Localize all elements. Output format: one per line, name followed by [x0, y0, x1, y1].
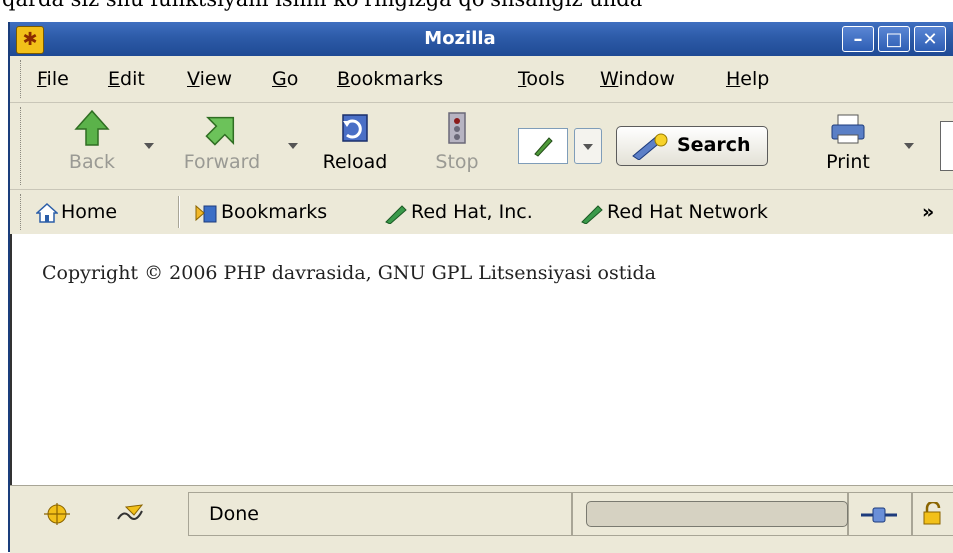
menu-help[interactable]: Help — [726, 64, 769, 94]
print-button[interactable]: Print — [816, 109, 880, 173]
forward-dropdown[interactable] — [288, 143, 298, 149]
toolbar-overflow-edge — [940, 121, 953, 171]
menu-bar: File Edit View Go Bookmarks Tools Window… — [10, 56, 953, 103]
site-icon — [534, 137, 553, 157]
close-button[interactable]: ✕ — [914, 26, 946, 52]
navigator-icon[interactable] — [40, 501, 74, 527]
padlock-icon[interactable] — [921, 502, 945, 526]
forward-button[interactable]: Forward — [172, 109, 272, 173]
url-field[interactable] — [518, 128, 568, 164]
search-icon — [632, 133, 668, 160]
composer-icon[interactable] — [112, 501, 146, 527]
home-link[interactable]: Home — [36, 200, 117, 224]
menu-view-label: iew — [199, 68, 233, 90]
minimize-button[interactable]: – — [842, 26, 874, 52]
back-label: Back — [68, 151, 116, 173]
stop-button[interactable]: Stop — [422, 109, 492, 173]
reload-label: Reload — [322, 151, 388, 173]
status-component-bar — [14, 492, 184, 536]
progress-bar — [586, 501, 848, 527]
status-bar: Done — [10, 485, 953, 553]
back-arrow-icon — [74, 109, 110, 146]
reload-button[interactable]: Reload — [310, 109, 400, 173]
search-label: Search — [677, 134, 751, 156]
online-plug-icon[interactable] — [859, 505, 899, 525]
navbar-grip[interactable] — [10, 107, 21, 185]
menu-go-accel: G — [272, 68, 287, 90]
status-text: Done — [209, 503, 259, 525]
menu-bookmarks[interactable]: Bookmarks — [337, 64, 443, 94]
menu-go[interactable]: Go — [272, 64, 298, 94]
menu-edit[interactable]: Edit — [108, 64, 145, 94]
window-title: Mozilla — [424, 28, 496, 49]
menu-bookmarks-label: ookmarks — [350, 68, 444, 90]
menu-help-accel: H — [726, 68, 741, 90]
print-dropdown[interactable] — [904, 143, 914, 149]
back-dropdown[interactable] — [144, 143, 154, 149]
menu-file-label: ile — [46, 68, 69, 90]
bookmarks-menu[interactable]: Bookmarks — [194, 200, 327, 224]
menu-view[interactable]: View — [187, 64, 232, 94]
reload-icon — [342, 114, 368, 142]
menu-tools-label: ools — [526, 68, 565, 90]
toolbar-chevron-more[interactable]: » — [922, 200, 934, 224]
forward-label: Forward — [183, 151, 261, 173]
persbar-grip[interactable] — [10, 194, 21, 230]
page-caption: qarda siz shu funktsiyani ishni ko'ringi… — [0, 0, 953, 22]
toolbar-separator — [178, 196, 180, 228]
online-panel — [848, 492, 912, 536]
bookmarks-icon — [195, 204, 217, 222]
menu-view-accel: V — [187, 68, 200, 90]
personal-toolbar: Home Bookmarks Red Hat, Inc. Red Hat Net… — [10, 190, 953, 235]
home-icon — [36, 202, 58, 223]
menu-go-label: o — [286, 68, 299, 90]
menu-window[interactable]: Window — [600, 64, 675, 94]
chevron-down-icon — [583, 144, 593, 150]
bookmark-redhat-network[interactable]: Red Hat Network — [580, 200, 768, 224]
menu-help-label: elp — [740, 68, 770, 90]
bookmark-link-icon — [385, 204, 407, 224]
search-button[interactable]: Search — [616, 126, 768, 166]
url-dropdown-button[interactable] — [574, 128, 602, 164]
maximize-button[interactable]: □ — [878, 26, 910, 52]
progress-panel — [572, 492, 848, 536]
menu-tools[interactable]: Tools — [518, 64, 565, 94]
navigation-toolbar: Back Forward Reload Stop Search Print — [10, 103, 953, 190]
menu-edit-label: dit — [120, 68, 145, 90]
menu-bookmarks-accel: B — [337, 68, 351, 90]
menubar-grip[interactable] — [10, 60, 21, 98]
bookmark-redhat-label: Red Hat, Inc. — [411, 201, 533, 223]
print-label: Print — [826, 151, 870, 173]
browser-window: ✱ Mozilla – □ ✕ File Edit View Go Bookma… — [8, 22, 953, 553]
menu-window-label: indow — [618, 68, 675, 90]
menu-edit-accel: E — [108, 68, 121, 90]
stop-icon — [448, 112, 466, 144]
security-panel — [912, 492, 953, 536]
home-label: Home — [61, 201, 118, 223]
page-content: Copyright © 2006 PHP davrasida, GNU GPL … — [10, 234, 953, 485]
page-caption-text: qarda siz shu funktsiyani ishni ko'ringi… — [2, 0, 642, 11]
bookmark-redhat[interactable]: Red Hat, Inc. — [384, 200, 533, 224]
printer-icon — [831, 114, 865, 144]
bookmarks-label: Bookmarks — [221, 201, 328, 223]
menu-file[interactable]: File — [37, 64, 69, 94]
status-text-panel: Done — [188, 492, 572, 536]
copyright-text: Copyright © 2006 PHP davrasida, GNU GPL … — [42, 262, 656, 284]
menu-file-accel: F — [37, 68, 47, 90]
bookmark-rhn-label: Red Hat Network — [607, 201, 768, 223]
bookmark-link-icon — [581, 204, 603, 224]
forward-arrow-icon — [205, 116, 235, 146]
back-button[interactable]: Back — [58, 109, 126, 173]
stop-label: Stop — [435, 151, 479, 173]
menu-window-accel: W — [600, 68, 619, 90]
title-bar[interactable]: ✱ Mozilla – □ ✕ — [10, 22, 953, 56]
